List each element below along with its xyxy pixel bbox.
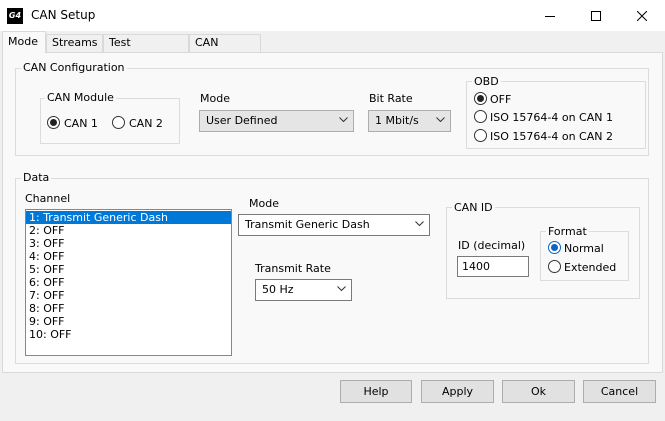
transmit-rate-dropdown[interactable]: 50 Hz [255,279,352,301]
data-title: Data [21,171,52,184]
channel-list-item[interactable]: 8: OFF [26,302,231,315]
tab-can-devices[interactable]: CAN Devices [189,34,261,65]
chevron-down-icon [339,117,348,123]
obd-off-label: OFF [490,93,512,106]
maximize-button[interactable] [573,0,619,31]
can2-label: CAN 2 [129,117,163,130]
format-extended-radio[interactable] [548,260,561,273]
id-decimal-label: ID (decimal) [458,239,526,252]
channel-list-item[interactable]: 5: OFF [26,263,231,276]
can-configuration-title: CAN Configuration [21,61,127,74]
apply-button[interactable]: Apply [421,380,494,403]
chevron-down-icon [415,221,424,227]
obd-title: OBD [472,75,501,88]
data-mode-value: Transmit Generic Dash [245,218,370,231]
close-icon [637,10,647,21]
config-mode-label: Mode [200,92,230,105]
channel-label: Channel [25,192,71,205]
channel-list[interactable]: 1: Transmit Generic Dash 2: OFF 3: OFF 4: O… [25,209,232,356]
config-mode-value: User Defined [206,114,278,127]
format-normal-label: Normal [564,242,604,255]
channel-list-item[interactable]: 6: OFF [26,276,231,289]
chevron-down-icon [436,117,445,123]
maximize-icon [591,10,601,21]
obd-can1-radio[interactable] [474,110,487,123]
channel-list-item[interactable]: 7: OFF [26,289,231,302]
bit-rate-value: 1 Mbit/s [375,114,419,127]
title-bar: G4 CAN Setup [0,0,665,31]
chevron-down-icon [337,286,346,292]
id-decimal-input[interactable]: 1400 [457,256,529,277]
channel-list-item[interactable]: 2: OFF [26,224,231,237]
bit-rate-dropdown[interactable]: 1 Mbit/s [368,110,451,132]
can1-radio[interactable] [47,116,60,129]
transmit-rate-value: 50 Hz [262,283,294,296]
can-module-title: CAN Module [45,91,116,104]
minimize-button[interactable] [527,0,573,31]
format-normal-radio[interactable] [548,241,561,254]
bit-rate-label: Bit Rate [369,92,413,105]
channel-list-item[interactable]: 10: OFF [26,328,231,341]
format-extended-label: Extended [564,261,617,274]
data-mode-label: Mode [249,197,279,210]
app-logo-icon: G4 [7,8,23,24]
channel-list-item[interactable]: 3: OFF [26,237,231,250]
can-id-title: CAN ID [452,201,495,214]
channel-list-item[interactable]: 1: Transmit Generic Dash [26,211,231,224]
close-button[interactable] [619,0,665,31]
obd-can2-label: ISO 15764-4 on CAN 2 [490,130,613,143]
data-mode-dropdown[interactable]: Transmit Generic Dash [238,214,430,236]
format-title: Format [546,225,589,238]
can2-radio[interactable] [112,116,125,129]
channel-list-item[interactable]: 9: OFF [26,315,231,328]
can1-label: CAN 1 [64,117,98,130]
transmit-rate-label: Transmit Rate [255,262,331,275]
help-button[interactable]: Help [340,380,412,403]
obd-off-radio[interactable] [474,92,487,105]
tab-mode[interactable]: Mode [2,31,46,53]
window-title: CAN Setup [31,8,96,22]
channel-list-item[interactable]: 4: OFF [26,250,231,263]
cancel-button[interactable]: Cancel [583,380,656,403]
obd-can2-radio[interactable] [474,129,487,142]
tab-streams[interactable]: Streams [46,34,103,52]
ok-button[interactable]: Ok [502,380,575,403]
minimize-icon [545,15,555,17]
obd-can1-label: ISO 15764-4 on CAN 1 [490,111,613,124]
config-mode-dropdown[interactable]: User Defined [199,110,354,132]
tab-test-calculator[interactable]: Test Calculator [103,34,189,65]
